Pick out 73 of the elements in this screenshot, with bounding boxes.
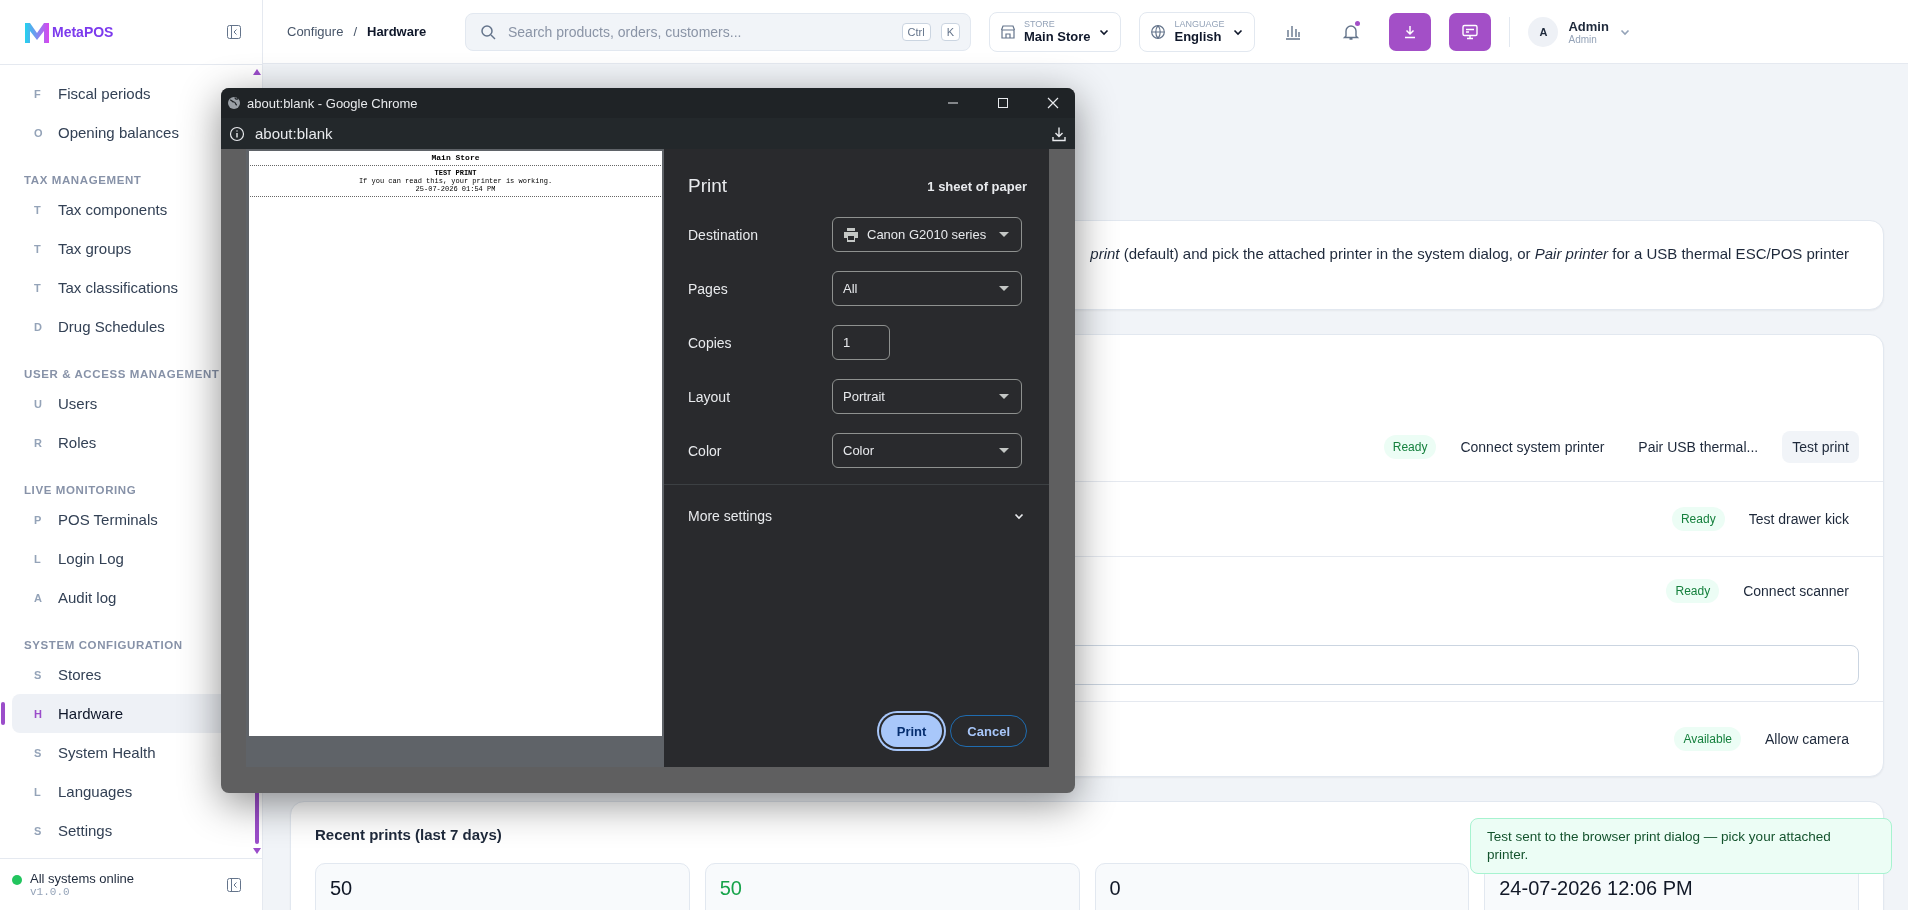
section-heading: LIVE MONITORING: [24, 483, 138, 498]
setting-label: Pages: [688, 280, 729, 297]
system-status: All systems online: [30, 871, 135, 886]
user-role: Admin: [1568, 33, 1598, 45]
brand-name: MetaPOS: [52, 24, 114, 40]
device-action-button[interactable]: Allow camera: [1754, 723, 1859, 755]
window-title: about:blank - Google Chrome: [247, 95, 418, 111]
download-button[interactable]: [1389, 12, 1432, 51]
setting-select[interactable]: All: [832, 271, 1022, 306]
breadcrumb-current: Hardware: [367, 24, 427, 39]
language-select[interactable]: LANGUAGE English: [1139, 11, 1256, 52]
info-icon[interactable]: [229, 125, 245, 142]
collapse-sidebar-icon[interactable]: [226, 876, 242, 893]
globe-icon: [227, 96, 241, 110]
status-badge: Ready: [1671, 507, 1725, 531]
setting-select[interactable]: Color: [832, 433, 1022, 468]
stat-value: 50: [315, 863, 690, 910]
more-settings-toggle[interactable]: More settings: [664, 485, 1049, 547]
setting-label: Copies: [688, 334, 733, 351]
instructions-text: print (default) and pick the attached printer in the system dialog, or Pair printer for a USB thermal ESC/POS printer: [1090, 245, 1849, 264]
sidebar-item[interactable]: S Settings: [12, 811, 245, 850]
version-label: v1.0.0: [30, 886, 71, 898]
search-bar[interactable]: Search products, orders, customers... Ctrl K: [465, 12, 971, 51]
logo-icon: [24, 20, 50, 44]
device-action-button[interactable]: Test drawer kick: [1738, 503, 1859, 535]
setting-label: Color: [688, 442, 723, 459]
shortcut-key: K: [940, 22, 960, 41]
dropdown-arrow-icon: [999, 285, 1009, 292]
print-title: Print: [688, 175, 728, 197]
store-icon: [1000, 23, 1016, 40]
section-title: Recent prints (last 7 days): [315, 826, 502, 843]
setting-select[interactable]: Portrait: [832, 379, 1022, 414]
status-badge: Available: [1674, 727, 1741, 751]
dropdown-arrow-icon: [999, 231, 1009, 238]
status-dot: [12, 875, 22, 885]
search-icon: [480, 23, 496, 40]
setting-label: Layout: [688, 388, 732, 405]
section-heading: TAX MANAGEMENT: [24, 173, 143, 188]
sheet-count: 1 sheet of paper: [927, 178, 1027, 194]
setting-label: Destination: [688, 226, 760, 243]
section-heading: USER & ACCESS MANAGEMENT: [24, 367, 221, 382]
shortcut-key: Ctrl: [901, 22, 931, 41]
stat-value: 50: [704, 863, 1080, 910]
breadcrumb-separator: /: [353, 24, 357, 39]
device-action-button[interactable]: Pair USB thermal...: [1628, 431, 1769, 463]
pos-terminal-button[interactable]: [1449, 12, 1492, 51]
search-input[interactable]: Search products, orders, customers...: [506, 22, 892, 41]
device-action-button[interactable]: Connect system printer: [1450, 431, 1615, 463]
notification-bell-icon[interactable]: [1342, 22, 1361, 41]
scroll-up-icon[interactable]: [253, 69, 261, 75]
monitor-icon: [1461, 22, 1480, 41]
device-action-button[interactable]: Test print: [1782, 431, 1859, 463]
status-badge: Ready: [1666, 579, 1720, 603]
address-bar[interactable]: about:blank: [255, 125, 333, 142]
user-name: Admin: [1568, 18, 1609, 34]
scroll-down-icon[interactable]: [253, 848, 261, 854]
store-select[interactable]: STORE Main Store: [989, 11, 1122, 52]
destination-select[interactable]: Canon G2010 series: [832, 217, 1022, 252]
stat-value: 0: [1094, 863, 1470, 910]
printer-icon: [843, 227, 859, 242]
collapse-sidebar-icon[interactable]: [226, 24, 242, 40]
active-indicator: [1, 702, 5, 725]
toast-message: Test sent to the browser print dialog — pick your attached printer.: [1470, 818, 1892, 875]
section-heading: SYSTEM CONFIGURATION: [24, 638, 184, 653]
dropdown-arrow-icon: [999, 393, 1009, 400]
download-icon[interactable]: [1051, 125, 1067, 142]
device-action-button[interactable]: Connect scanner: [1733, 575, 1859, 607]
breadcrumb-link[interactable]: Configure: [287, 24, 344, 39]
globe-icon: [1150, 23, 1167, 40]
dropdown-arrow-icon: [999, 447, 1009, 454]
copies-input[interactable]: 1: [832, 325, 890, 360]
status-badge: Ready: [1383, 435, 1437, 459]
user-avatar[interactable]: A: [1528, 16, 1559, 47]
